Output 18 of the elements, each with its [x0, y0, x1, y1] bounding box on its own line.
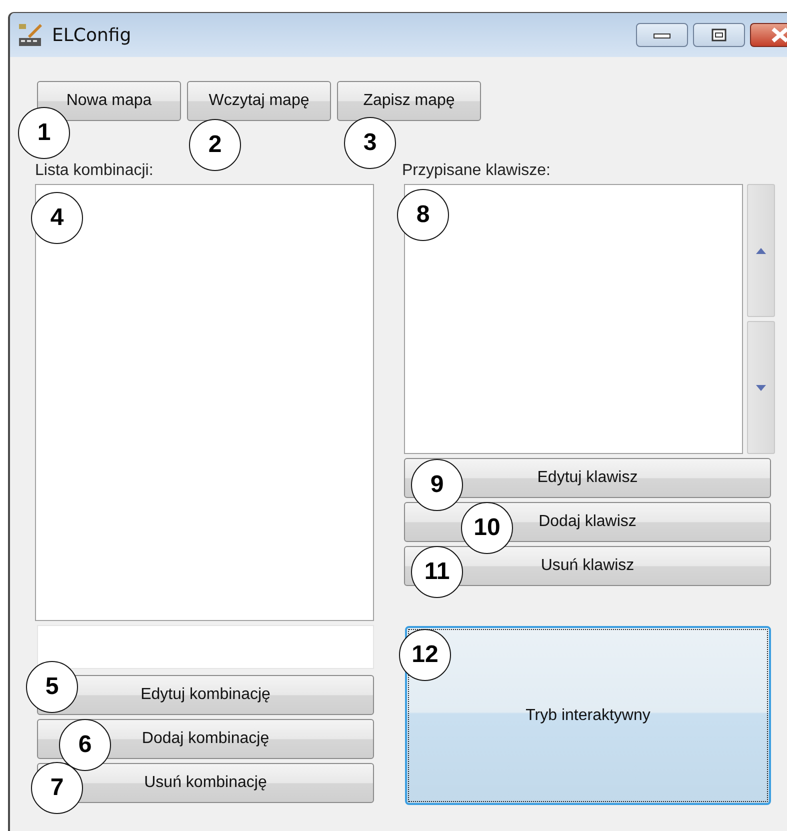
minimize-icon [653, 31, 671, 39]
toolbar-button[interactable]: Nowa mapa [37, 81, 181, 121]
down-arrow-icon [756, 384, 766, 390]
minimize-button[interactable] [636, 23, 688, 47]
maximize-button[interactable] [693, 23, 745, 47]
scroll-down-button[interactable] [747, 321, 775, 454]
assigned-keys-label: Przypisane klawisze: [402, 161, 552, 180]
assigned-keys-list[interactable] [404, 184, 743, 454]
up-arrow-icon [756, 248, 766, 254]
scroll-up-button[interactable] [747, 184, 775, 317]
input-field[interactable] [37, 625, 374, 669]
maximize-icon [711, 28, 727, 42]
toolbar-button[interactable]: Zapisz mapę [337, 81, 481, 121]
app-icon [18, 22, 44, 48]
combination-list-label: Lista kombinacji: [35, 161, 154, 180]
combination-list[interactable] [35, 184, 374, 621]
window-title: ELConfig [52, 24, 132, 46]
toolbar-button[interactable]: Wczytaj mapę [187, 81, 331, 121]
